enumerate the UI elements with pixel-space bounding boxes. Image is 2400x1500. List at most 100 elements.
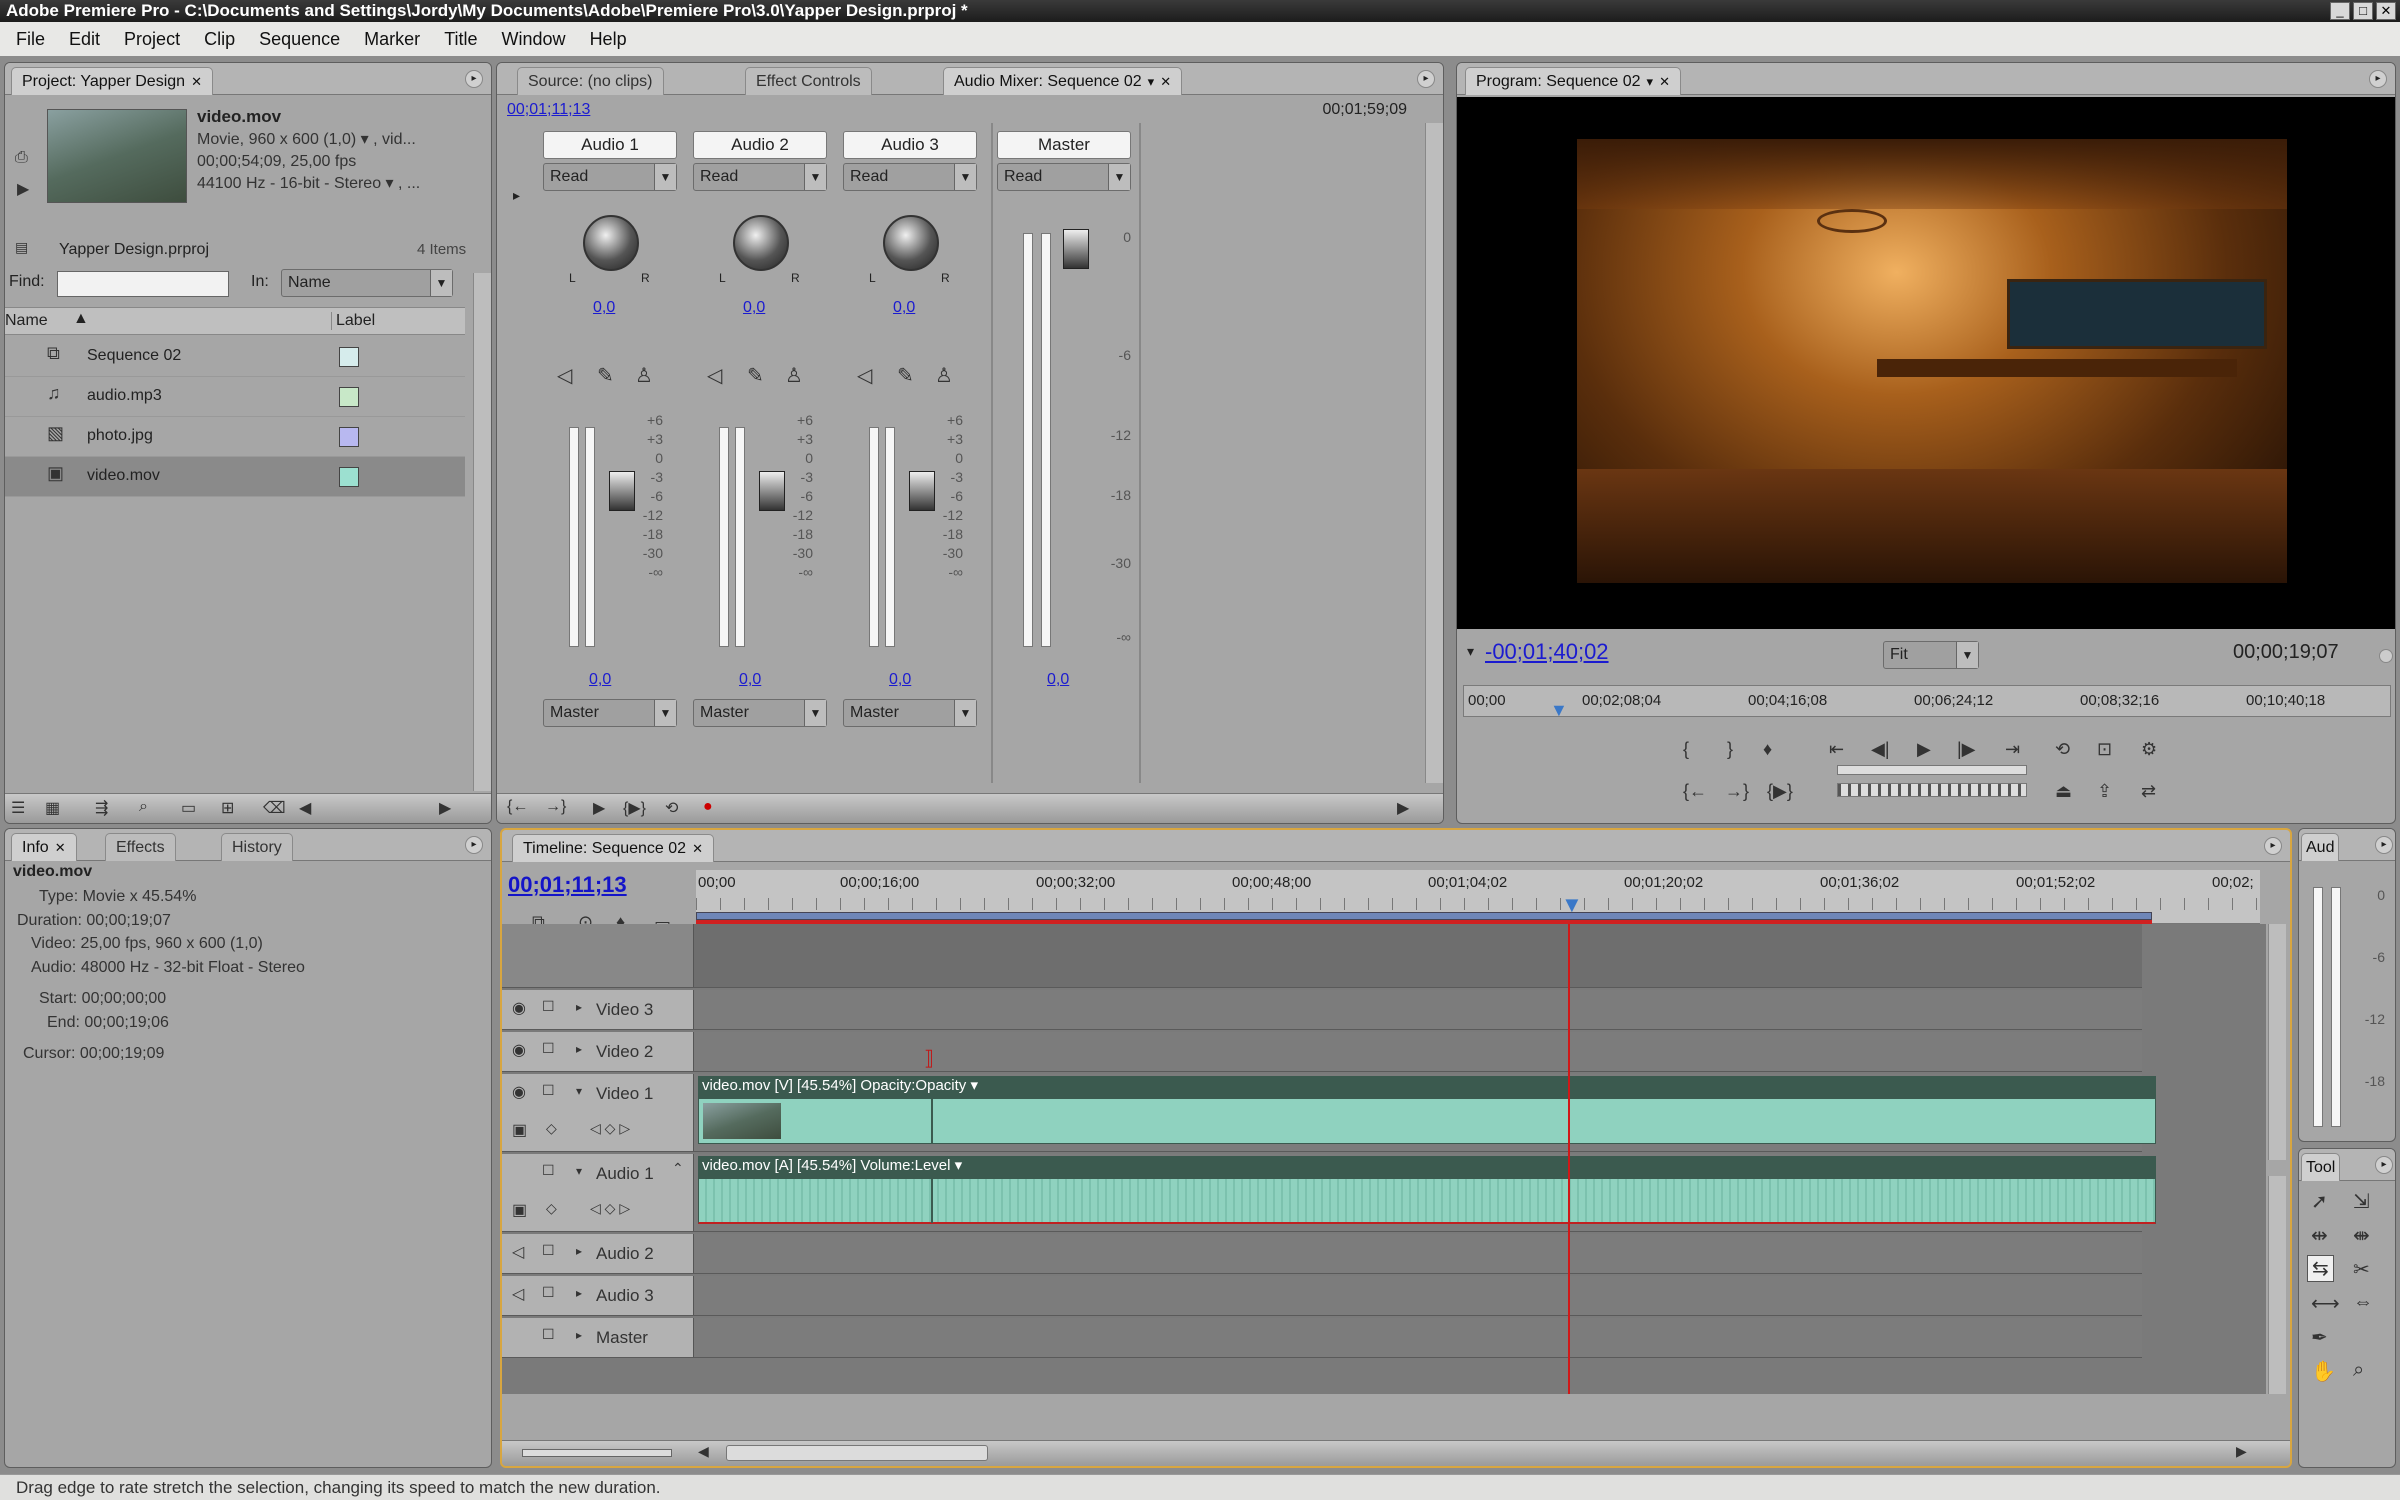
volume-fader[interactable] <box>759 471 785 511</box>
settings-icon[interactable] <box>2379 649 2393 663</box>
solo-icon[interactable]: ✎ <box>897 363 914 388</box>
go-to-out-icon[interactable]: ⇥ <box>2005 739 2020 760</box>
pan-value[interactable]: 0,0 <box>893 299 915 317</box>
solo-icon[interactable]: ✎ <box>597 363 614 388</box>
lock-icon[interactable]: ☐ <box>542 1082 555 1099</box>
tab-info[interactable]: Info ✕ <box>11 833 77 861</box>
tab-menu-icon[interactable]: ▾ <box>1148 74 1155 89</box>
tab-project[interactable]: Project: Yapper Design ✕ <box>11 67 213 95</box>
record-icon[interactable]: ♙ <box>635 363 653 388</box>
extract-icon[interactable]: ⇪ <box>2097 781 2112 802</box>
audio-clip[interactable] <box>698 1178 2156 1224</box>
lock-icon[interactable]: ☐ <box>542 1326 555 1343</box>
record-icon[interactable]: ♙ <box>785 363 803 388</box>
collapse-track-icon[interactable]: ▾ <box>576 1084 582 1098</box>
volume-value[interactable]: 0,0 <box>739 671 761 689</box>
record-icon[interactable]: ♙ <box>935 363 953 388</box>
volume-value[interactable]: 0,0 <box>589 671 611 689</box>
column-label[interactable]: Label <box>331 312 375 330</box>
go-next-edit-icon[interactable]: →} <box>1725 781 1749 802</box>
tab-tools[interactable]: Tool <box>2301 1153 2341 1181</box>
find-input[interactable] <box>57 271 229 297</box>
zoom-tool-icon[interactable]: ⌕ <box>2353 1359 2364 1382</box>
collapse-icon[interactable]: ▾ <box>1467 643 1474 660</box>
marker-icon[interactable]: ♦ <box>1763 739 1772 760</box>
list-item[interactable]: ⧉ Sequence 02 <box>5 337 465 377</box>
shuttle-slider[interactable] <box>1837 765 2027 775</box>
new-item-icon[interactable]: ⊞ <box>221 798 234 818</box>
menu-clip[interactable]: Clip <box>192 29 247 50</box>
automation-mode-dropdown[interactable]: Read ▼ <box>543 163 677 191</box>
expand-track-icon[interactable]: ▸ <box>576 1286 582 1300</box>
menu-file[interactable]: File <box>4 29 57 50</box>
selection-tool-icon[interactable]: ➚ <box>2311 1189 2328 1214</box>
lock-icon[interactable]: ☐ <box>542 1284 555 1301</box>
jog-wheel[interactable] <box>1837 783 2027 797</box>
timeline-ruler[interactable]: 00;00 00;00;16;00 00;00;32;00 00;00;48;0… <box>696 870 2260 924</box>
eye-icon[interactable]: ◉ <box>512 1082 526 1102</box>
program-timecode[interactable]: -00;01;40;02 <box>1485 639 1609 665</box>
find-icon[interactable]: ⌕ <box>139 798 148 816</box>
rate-stretch-tool-icon[interactable]: ⇆ <box>2307 1255 2334 1282</box>
mute-icon[interactable]: ◁ <box>857 363 872 388</box>
collapse-track-icon[interactable]: ▾ <box>576 1164 582 1178</box>
lock-icon[interactable]: ☐ <box>542 998 555 1015</box>
panel-menu-icon[interactable]: ▸ <box>1417 70 1435 88</box>
timeline-timecode[interactable]: 00;01;11;13 <box>508 872 627 898</box>
tab-audio-mixer[interactable]: Audio Mixer: Sequence 02 ▾ ✕ <box>943 67 1183 95</box>
panel-menu-icon[interactable]: ▸ <box>2369 70 2387 88</box>
lift-icon[interactable]: ⏏ <box>2055 781 2072 802</box>
maximize-button[interactable]: □ <box>2353 2 2373 20</box>
go-to-in-icon[interactable]: ⇤ <box>1829 739 1844 760</box>
video-clip-header[interactable]: video.mov [V] [45.54%] Opacity:Opacity ▾ <box>698 1076 2156 1098</box>
list-item[interactable]: ▧ photo.jpg <box>5 417 465 457</box>
expand-track-icon[interactable]: ▸ <box>576 1244 582 1258</box>
step-forward-icon[interactable]: |▶ <box>1957 739 1976 760</box>
pan-knob[interactable] <box>583 215 639 271</box>
icon-view-icon[interactable]: ▦ <box>45 798 60 818</box>
tab-effects[interactable]: Effects <box>105 833 176 861</box>
tab-timeline[interactable]: Timeline: Sequence 02 ✕ <box>512 834 714 862</box>
video-track-scrollbar[interactable] <box>2268 924 2286 1160</box>
pan-knob[interactable] <box>883 215 939 271</box>
display-style-icon[interactable]: ▣ <box>512 1120 527 1140</box>
close-tab-icon[interactable]: ✕ <box>55 840 66 855</box>
horizontal-scroll-thumb[interactable] <box>726 1445 988 1461</box>
pan-knob[interactable] <box>733 215 789 271</box>
panel-menu-icon[interactable]: ▸ <box>2264 837 2282 855</box>
display-style-icon[interactable]: ▣ <box>512 1200 527 1220</box>
clear-icon[interactable]: ⌫ <box>263 798 286 818</box>
tab-audio-meters[interactable]: Aud <box>2301 833 2340 861</box>
list-view-icon[interactable]: ☰ <box>11 798 25 818</box>
go-prev-edit-icon[interactable]: {← <box>1683 781 1707 802</box>
play-icon[interactable]: ▶ <box>1917 739 1931 760</box>
playhead-icon[interactable]: ▼ <box>1550 700 1568 721</box>
volume-value[interactable]: 0,0 <box>889 671 911 689</box>
pen-tool-icon[interactable]: ✒ <box>2311 1325 2328 1350</box>
menu-marker[interactable]: Marker <box>352 29 432 50</box>
volume-fader[interactable] <box>609 471 635 511</box>
menu-title[interactable]: Title <box>432 29 489 50</box>
automation-mode-dropdown[interactable]: Read ▼ <box>843 163 977 191</box>
tab-program[interactable]: Program: Sequence 02 ▾ ✕ <box>1465 67 1681 95</box>
menu-sequence[interactable]: Sequence <box>247 29 352 50</box>
tab-history[interactable]: History <box>221 833 293 861</box>
close-tab-icon[interactable]: ✕ <box>1659 74 1670 89</box>
project-scrollbar[interactable] <box>473 273 491 791</box>
master-fader[interactable] <box>1063 229 1089 269</box>
mute-icon[interactable]: ◁ <box>707 363 722 388</box>
output-dropdown[interactable]: Master ▼ <box>543 699 677 727</box>
expand-effects-icon[interactable]: ▸ <box>513 187 520 204</box>
audio-clip-header[interactable]: video.mov [A] [45.54%] Volume:Level ▾ <box>698 1156 2156 1178</box>
close-tab-icon[interactable]: ✕ <box>1160 74 1171 89</box>
menu-edit[interactable]: Edit <box>57 29 112 50</box>
zoom-slider[interactable] <box>522 1449 672 1457</box>
expand-track-icon[interactable]: ▸ <box>576 1000 582 1014</box>
in-dropdown[interactable]: Name ▼ <box>281 269 453 297</box>
close-tab-icon[interactable]: ✕ <box>692 841 703 856</box>
slide-tool-icon[interactable]: ⇔ <box>2353 1291 2373 1314</box>
keyframe-icon[interactable]: ◇ <box>546 1200 557 1217</box>
zoom-fit-dropdown[interactable]: Fit ▼ <box>1883 641 1979 669</box>
trim-icon[interactable]: ⇄ <box>2141 781 2156 802</box>
menu-window[interactable]: Window <box>490 29 578 50</box>
